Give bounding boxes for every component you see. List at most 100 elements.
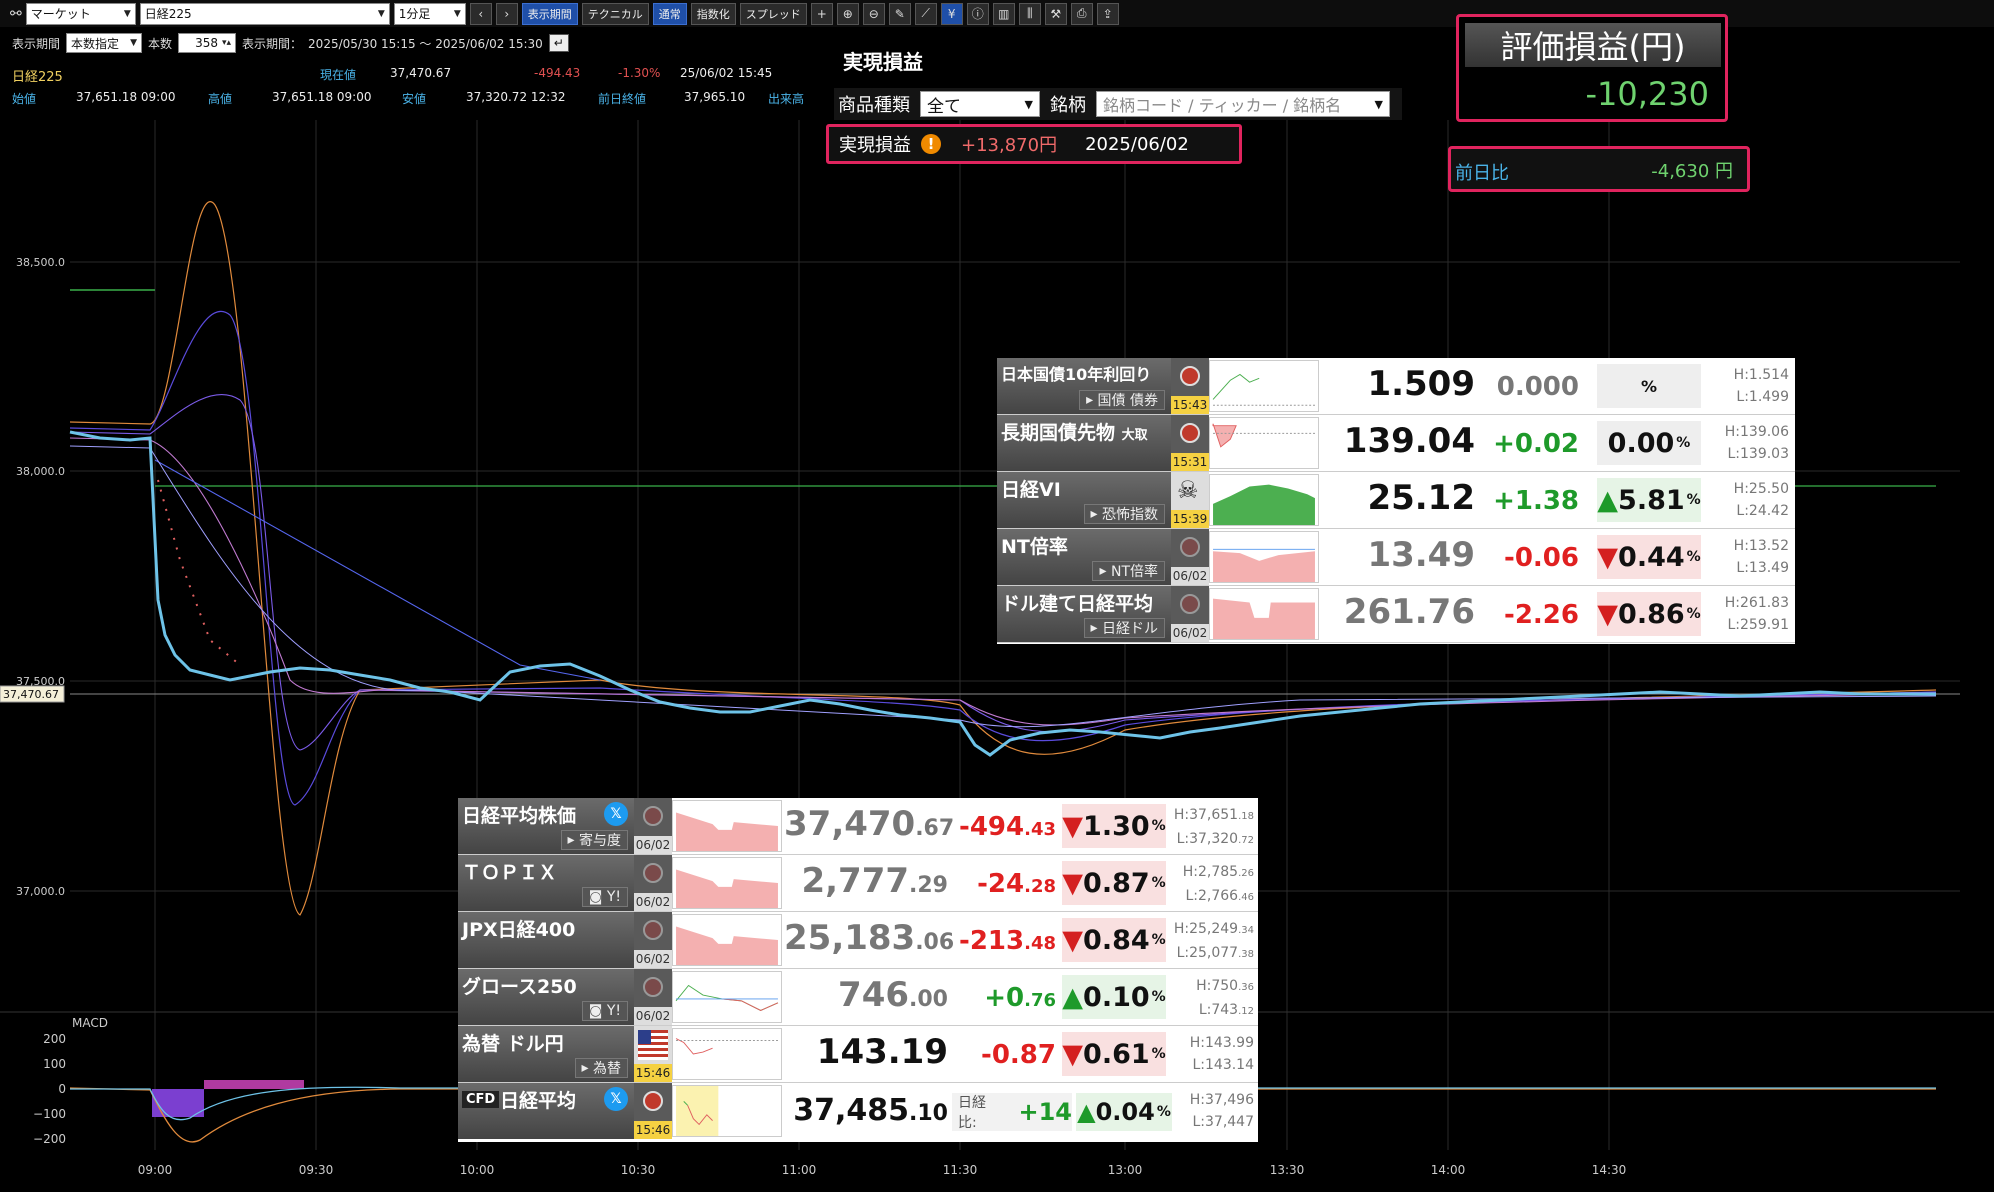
market-sub-button[interactable]: ▸ 為替: [574, 1058, 628, 1078]
technical-button[interactable]: テクニカル: [581, 2, 649, 25]
market-low: L:139.03: [1727, 446, 1789, 462]
warning-icon[interactable]: !: [921, 134, 941, 154]
reset-icon[interactable]: ↵: [548, 34, 569, 52]
value-dec: .67: [915, 816, 955, 841]
wrench-icon[interactable]: ⚒: [1044, 2, 1067, 25]
market-change: +0.76: [950, 983, 1056, 1013]
period-row: 表示期間 本数指定 ▼ 本数 358 ▾▴ 表示期間： 2025/05/30 15:…: [0, 31, 569, 55]
normal-button[interactable]: 通常: [652, 2, 687, 25]
pct-unit: %: [1151, 932, 1166, 948]
stepper-icon[interactable]: ▾▴: [222, 38, 231, 48]
x-social-icon[interactable]: 𝕏: [604, 1087, 628, 1111]
market-sub-button[interactable]: ▸ 寄与度: [560, 830, 628, 850]
market-name-cell: 長期国債先物 大取: [997, 415, 1171, 471]
market-sub-button[interactable]: ▸ 恐怖指数: [1083, 504, 1165, 524]
market-row[interactable]: 日経平均株価 𝕏 ▸ 寄与度 06/02 37,470.67 -494.43 ▼…: [458, 798, 1258, 855]
market-row[interactable]: JPX日経400 06/02 25,183.06 -213.48 ▼0.84% …: [458, 912, 1258, 969]
spread-button[interactable]: スプレッド: [739, 2, 807, 25]
value-int: 143.19: [816, 1032, 948, 1072]
pen-icon[interactable]: ✎: [888, 2, 911, 25]
market-row[interactable]: 長期国債先物 大取 15:31 139.04 +0.02 0.00% H:139…: [997, 415, 1795, 472]
count-stepper[interactable]: 358 ▾▴: [178, 33, 237, 53]
market-sub-button[interactable]: ◙ Y!: [581, 887, 628, 907]
spread-cell: 日経比: +14: [952, 1093, 1072, 1131]
link-icon[interactable]: ⚯: [10, 6, 22, 22]
market-row[interactable]: CFD 日経平均 𝕏 15:46 37,485.10 日経比: +14 ▲0.04…: [458, 1083, 1258, 1140]
market-change: -494.43: [950, 812, 1056, 842]
pct-value: ▼0.86: [1597, 598, 1685, 630]
low-dec: .46: [1238, 892, 1254, 903]
market-row[interactable]: 日本国債10年利回り ▸ 国債 債券 15:43 1.509 0.000 % H…: [997, 358, 1795, 415]
info-icon[interactable]: ⓘ: [966, 2, 989, 25]
prev-close-value: 37,965.10: [684, 90, 746, 104]
market-low: L:24.42: [1736, 503, 1789, 519]
macd-tick: −200: [33, 1132, 66, 1146]
print-icon[interactable]: ⎙: [1070, 2, 1093, 25]
japan-flag-icon: 06/02: [1171, 586, 1209, 642]
change-int: -0.87: [981, 1040, 1056, 1070]
period-mode-select[interactable]: 本数指定 ▼: [66, 33, 143, 53]
crosshair-icon[interactable]: +: [810, 2, 833, 25]
grim-reaper-icon: ☠ 15:39: [1171, 472, 1209, 528]
market-change-pct: ▼0.86%: [1597, 592, 1701, 636]
market-high-low: H:139.06 L:139.03: [1703, 421, 1789, 465]
quote-datetime: 25/06/02 15:45: [680, 66, 773, 80]
export-icon[interactable]: ⇪: [1096, 2, 1119, 25]
market-row[interactable]: ＴＯＰＩＸ ◙ Y! 06/02 2,777.29 -24.28 ▼0.87% …: [458, 855, 1258, 912]
x-social-icon[interactable]: 𝕏: [604, 802, 628, 826]
day-over-day-panel: 前日比 -4,630 円: [1448, 146, 1750, 192]
pct-unit: %: [1686, 549, 1701, 565]
market-change-pct: ▼1.30%: [1062, 804, 1166, 848]
macd-axis: 200 100 0 −100 −200: [33, 1032, 66, 1146]
index-button[interactable]: 指数化: [690, 2, 736, 25]
market-row[interactable]: NT倍率 ▸ NT倍率 06/02 13.49 -0.06 ▼0.44% H:1…: [997, 529, 1795, 586]
market-sub-button[interactable]: ▸ NT倍率: [1092, 561, 1165, 581]
bar-chart-icon[interactable]: ▥: [992, 2, 1015, 25]
valuation-pl-panel: 評価損益(円) -10,230: [1456, 14, 1728, 122]
realized-title: 実現損益: [843, 50, 923, 74]
x-tick: 11:30: [943, 1163, 978, 1177]
market-high-low: H:1.514 L:1.499: [1703, 364, 1789, 408]
market-row[interactable]: 日経VI ▸ 恐怖指数 ☠ 15:39 25.12 +1.38 ▲5.81% H:…: [997, 472, 1795, 529]
market-high: H:25,249.34: [1168, 918, 1254, 942]
japan-flag-icon: 15:31: [1171, 415, 1209, 471]
type-select[interactable]: 全て ▼: [920, 91, 1040, 117]
market-name: グロース250: [462, 976, 577, 998]
market-name-text: 長期国債先物: [1001, 422, 1116, 444]
value-int: 37,470: [784, 804, 916, 844]
yen-icon[interactable]: ¥: [940, 2, 963, 25]
market-sub-button[interactable]: ◙ Y!: [581, 1001, 628, 1021]
market-change-pct: ▼0.87%: [1062, 861, 1166, 905]
market-select[interactable]: マーケット ▼: [25, 2, 136, 25]
market-change-pct: 0.00%: [1597, 421, 1701, 465]
next-button[interactable]: ›: [495, 2, 518, 25]
high-dec: .34: [1238, 925, 1254, 936]
pct-unit: %: [1151, 989, 1166, 1005]
market-row[interactable]: 為替 ドル円 ▸ 為替 15:46 143.19 -0.87 ▼0.61% H:…: [458, 1026, 1258, 1083]
market-row[interactable]: グロース250 ◙ Y! 06/02 746.00 +0.76 ▲0.10% H…: [458, 969, 1258, 1026]
candle-icon[interactable]: ⫼: [1018, 2, 1041, 25]
symbol-search-field[interactable]: 銘柄コード / ティッカー / 銘柄名 ▼: [1096, 91, 1390, 117]
market-row[interactable]: ドル建て日経平均 ▸ 日経ドル 06/02 261.76 -2.26 ▼0.86…: [997, 586, 1795, 643]
interval-select[interactable]: 1分足 ▼: [393, 2, 466, 25]
symbol-select[interactable]: 日経225 ▼: [139, 2, 390, 25]
draw-line-icon[interactable]: ⟋: [914, 2, 937, 25]
prev-button[interactable]: ‹: [469, 2, 492, 25]
zoom-out-icon[interactable]: ⊖: [862, 2, 885, 25]
japan-flag-icon: 15:43: [1171, 358, 1209, 414]
market-value: 25,183.06: [784, 918, 954, 958]
open-value: 37,651.18 09:00: [76, 90, 176, 104]
flag-dot: [643, 1091, 663, 1111]
period-button[interactable]: 表示期間: [521, 2, 578, 25]
market-name: JPX日経400: [462, 919, 576, 941]
zoom-in-icon[interactable]: ⊕: [836, 2, 859, 25]
flag-dot: [1180, 423, 1200, 443]
interval-select-value: 1分足: [398, 7, 431, 21]
market-high: H:1.514: [1733, 367, 1789, 383]
market-value: 1.509: [1367, 364, 1475, 404]
dod-value: -4,630 円: [1651, 161, 1733, 182]
market-sub-button[interactable]: ▸ 国債 債券: [1079, 390, 1165, 410]
market-sub-button[interactable]: ▸ 日経ドル: [1083, 618, 1165, 638]
market-name-cell: NT倍率 ▸ NT倍率: [997, 529, 1171, 585]
quote-row-1: 日経225 現在値 37,470.67 -494.43 -1.30% 25/06…: [0, 66, 820, 85]
